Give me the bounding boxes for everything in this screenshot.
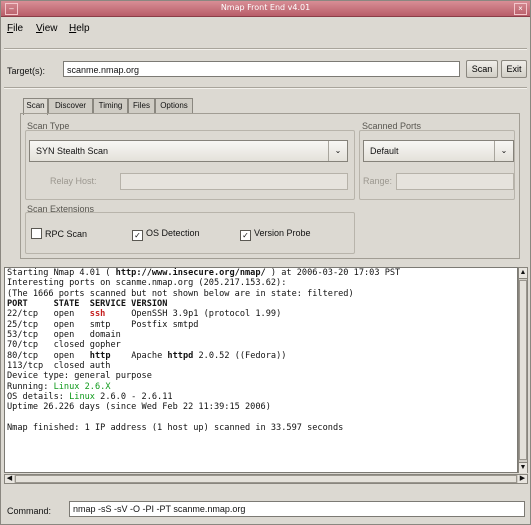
output-line: 53/tcp open domain [7,330,121,341]
tab-options[interactable]: Options [155,98,193,114]
output-line: Starting Nmap 4.01 ( http://www.insecure… [7,268,401,278]
output-line: (The 1666 ports scanned but not shown be… [7,288,354,299]
scan-tab-panel: Scan Type SYN Stealth Scan ⌄ Relay Host:… [20,113,520,259]
check-icon[interactable]: ✓ [240,230,251,241]
output-line: 113/tcp closed auth [7,361,111,372]
command-input[interactable]: nmap -sS -sV -O -PI -PT scanme.nmap.org [69,501,525,517]
window-title: Nmap Front End v4.01 [220,3,311,12]
output-line: OS details: Linux 2.6.0 - 2.6.11 [7,392,173,403]
output-line: Interesting ports on scanme.nmap.org (20… [7,278,287,289]
output-line: 22/tcp open ssh OpenSSH 3.9p1 (protocol … [7,309,282,320]
tab-files[interactable]: Files [128,98,155,114]
output-textview[interactable]: Starting Nmap 4.01 ( http://www.insecure… [4,267,518,473]
scanned-ports-value: Default [370,146,399,156]
output-line: 25/tcp open smtp Postfix smtpd [7,319,199,330]
check-icon[interactable]: ✓ [132,230,143,241]
output-line: PORT STATE SERVICE VERSION [7,299,168,310]
menu-view[interactable]: View [36,23,58,34]
scroll-right-icon[interactable]: ▶ [518,475,527,483]
scroll-up-icon[interactable]: ▲ [519,268,527,279]
menu-bar: File View Help [1,17,530,39]
title-bar[interactable]: – Nmap Front End v4.01 × [1,1,530,17]
tab-discover[interactable]: Discover [48,98,93,114]
scanned-ports-combo[interactable]: Default ⌄ [363,140,514,162]
vertical-scrollbar[interactable]: ▲ ▼ [518,267,528,473]
version-probe-checkbox[interactable]: ✓ Version Probe [240,228,311,241]
checkbox-unchecked[interactable] [31,228,42,239]
chevron-down-icon[interactable]: ⌄ [494,141,513,161]
scan-type-combo[interactable]: SYN Stealth Scan ⌄ [29,140,348,162]
range-input[interactable] [396,173,514,190]
chevron-down-icon[interactable]: ⌄ [328,141,347,161]
output-line: Running: Linux 2.6.X [7,381,111,392]
target-input[interactable]: scanme.nmap.org [63,61,460,77]
output-line: Nmap finished: 1 IP address (1 host up) … [7,423,344,434]
scroll-left-icon[interactable]: ◀ [5,475,14,483]
separator [4,48,527,50]
menu-help[interactable]: Help [69,23,90,34]
command-label: Command: [7,506,52,516]
rpc-scan-checkbox[interactable]: RPC Scan [31,228,87,239]
os-detection-checkbox[interactable]: ✓ OS Detection [132,228,200,241]
tab-timing[interactable]: Timing [93,98,128,114]
horizontal-scrollbar[interactable]: ◀ ▶ [4,474,528,484]
relay-host-input[interactable] [120,173,348,190]
scroll-down-icon[interactable]: ▼ [519,462,527,473]
scroll-thumb[interactable] [15,475,517,483]
output-line: Device type: general purpose [7,371,152,382]
scan-button[interactable]: Scan [466,60,498,78]
close-icon[interactable]: × [514,3,527,15]
relay-host-label: Relay Host: [50,176,97,186]
target-label: Target(s): [7,66,46,76]
output-line: Uptime 26.226 days (since Wed Feb 22 11:… [7,402,271,413]
app-window: – Nmap Front End v4.01 × File View Help … [0,0,531,525]
exit-button[interactable]: Exit [501,60,527,78]
scroll-thumb[interactable] [519,280,527,460]
output-line: 80/tcp open http Apache httpd 2.0.52 ((F… [7,350,287,361]
scan-type-value: SYN Stealth Scan [36,146,109,156]
range-label: Range: [363,176,393,186]
menu-file[interactable]: File [7,23,23,34]
separator [4,87,527,89]
output-line: 70/tcp closed gopher [7,340,121,351]
